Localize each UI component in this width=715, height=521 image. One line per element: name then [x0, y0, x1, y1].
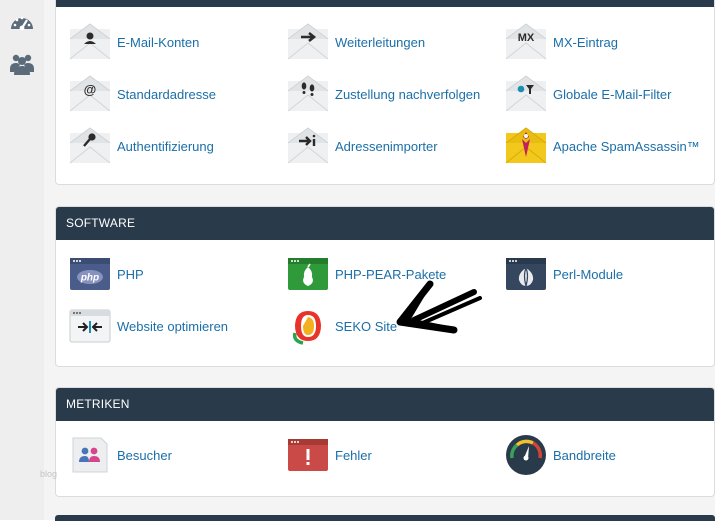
- spamassassin-label: Apache SpamAssassin™: [553, 138, 700, 154]
- optimize-website-link[interactable]: Website optimieren: [69, 304, 228, 348]
- perl-onion-icon: [505, 253, 547, 295]
- address-importer-label: Adressenimporter: [335, 138, 438, 154]
- optimize-website-label: Website optimieren: [117, 318, 229, 334]
- errors-label: Fehler: [335, 447, 372, 463]
- svg-text:@: @: [84, 82, 97, 97]
- visitors-icon: [69, 434, 111, 476]
- metrics-panel-title: METRIKEN: [56, 388, 714, 421]
- users-icon[interactable]: [8, 50, 36, 78]
- metrics-panel: METRIKEN Besucher Fehler Bandbreite: [55, 387, 715, 497]
- track-delivery-label: Zustellung nachverfolgen: [335, 86, 481, 102]
- speedometer-icon[interactable]: [8, 9, 36, 37]
- address-importer-link[interactable]: Adressenimporter: [287, 124, 438, 168]
- global-email-filters-label: Globale E-Mail-Filter: [553, 86, 672, 102]
- user-envelope-icon: [69, 21, 111, 63]
- perl-modules-label: Perl-Module: [553, 266, 624, 282]
- email-accounts-link[interactable]: E-Mail-Konten: [69, 20, 199, 64]
- bandwidth-link[interactable]: Bandbreite: [505, 433, 616, 477]
- authentication-label: Authentifizierung: [117, 138, 214, 154]
- at-envelope-icon: @: [69, 73, 111, 115]
- seko-logo-icon: [287, 305, 329, 347]
- default-address-label: Standardadresse: [117, 86, 217, 102]
- php-icon: php: [69, 253, 111, 295]
- email-panel-header: [56, 0, 714, 7]
- spamassassin-link[interactable]: Apache SpamAssassin™: [505, 124, 700, 168]
- authentication-link[interactable]: Authentifizierung: [69, 124, 214, 168]
- global-email-filters-link[interactable]: Globale E-Mail-Filter: [505, 72, 671, 116]
- php-label: PHP: [117, 266, 144, 282]
- error-icon: [287, 434, 329, 476]
- software-panel: SOFTWARE php PHP PHP-PEAR-Pakete Perl-Mo…: [55, 206, 715, 367]
- errors-link[interactable]: Fehler: [287, 433, 372, 477]
- php-link[interactable]: php PHP: [69, 252, 144, 296]
- filter-envelope-icon: [505, 73, 547, 115]
- key-envelope-icon: [69, 125, 111, 167]
- default-address-link[interactable]: @ Standardadresse: [69, 72, 216, 116]
- import-envelope-icon: [287, 125, 329, 167]
- email-panel: E-Mail-Konten Weiterleitungen MX MX-Eint…: [55, 0, 715, 185]
- software-panel-title: SOFTWARE: [56, 207, 714, 240]
- optimize-icon: [69, 305, 111, 347]
- mx-envelope-icon: MX: [505, 21, 547, 63]
- pear-icon: [287, 253, 329, 295]
- watermark-text: blog: [40, 469, 58, 479]
- forward-envelope-icon: [287, 21, 329, 63]
- email-accounts-label: E-Mail-Konten: [117, 34, 200, 50]
- visitors-link[interactable]: Besucher: [69, 433, 172, 477]
- svg-text:MX: MX: [518, 32, 535, 44]
- footprints-envelope-icon: [287, 73, 329, 115]
- bandwidth-gauge-icon: [505, 434, 547, 476]
- seko-site-link[interactable]: SEKO Site: [287, 304, 397, 348]
- seko-site-label: SEKO Site: [335, 318, 398, 334]
- bandwidth-label: Bandbreite: [553, 447, 616, 463]
- next-panel-header: [55, 515, 715, 521]
- visitors-label: Besucher: [117, 447, 172, 463]
- forwarders-link[interactable]: Weiterleitungen: [287, 20, 425, 64]
- forwarders-label: Weiterleitungen: [335, 34, 426, 50]
- spamassassin-icon: [505, 125, 547, 167]
- track-delivery-link[interactable]: Zustellung nachverfolgen: [287, 72, 480, 116]
- hand-drawn-arrow-icon: [396, 280, 482, 334]
- mx-entry-link[interactable]: MX MX-Eintrag: [505, 20, 618, 64]
- svg-text:php: php: [80, 273, 99, 284]
- perl-modules-link[interactable]: Perl-Module: [505, 252, 623, 296]
- sidebar: [0, 0, 45, 520]
- mx-entry-label: MX-Eintrag: [553, 34, 619, 50]
- main-content: E-Mail-Konten Weiterleitungen MX MX-Eint…: [44, 0, 715, 521]
